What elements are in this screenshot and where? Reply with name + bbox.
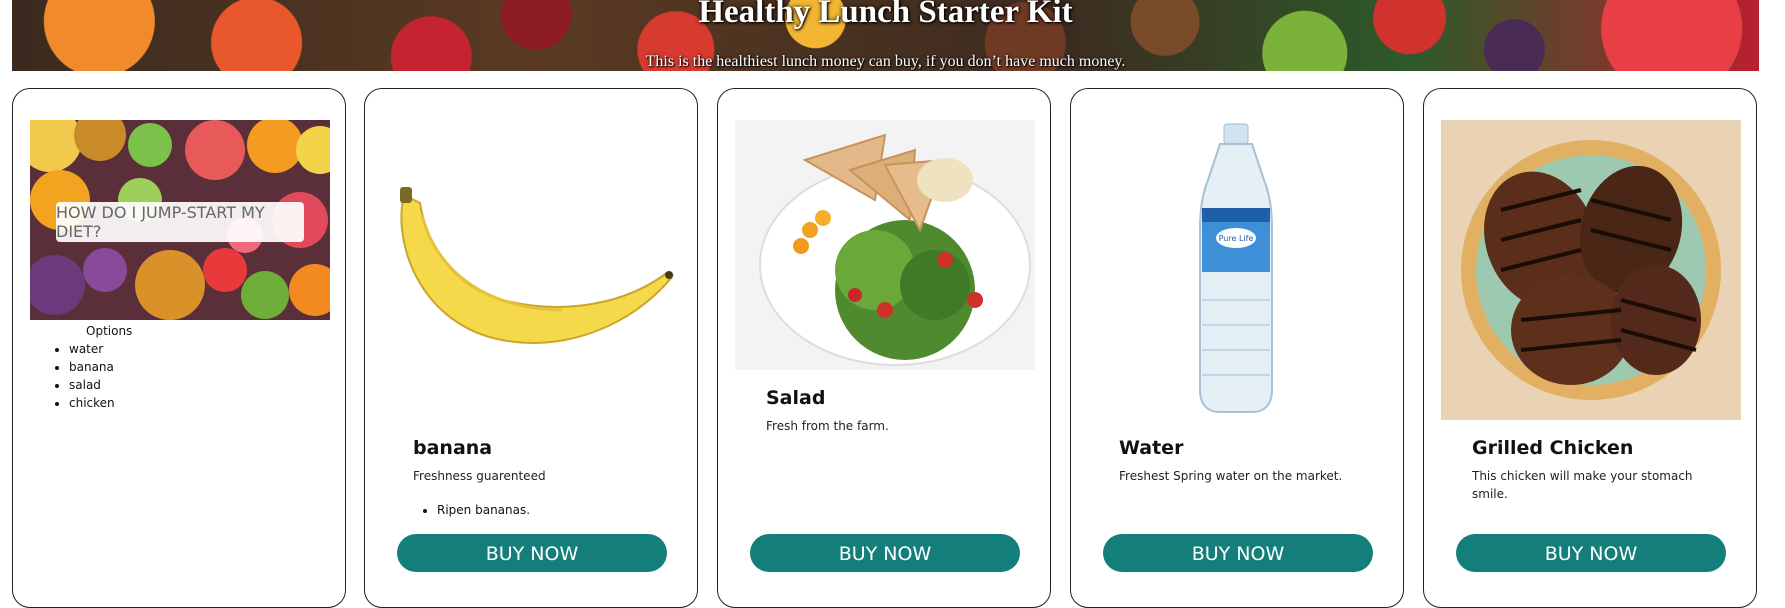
water-bottle-graphic: Pure Life (1199, 123, 1273, 413)
product-title: Salad (766, 387, 826, 409)
buy-now-button-salad[interactable]: BUY NOW (750, 534, 1020, 572)
intro-card: HOW DO I JUMP-START MY DIET? Options wat… (12, 88, 346, 608)
product-description: Freshness guarenteed (413, 469, 546, 483)
product-description: Fresh from the farm. (766, 419, 889, 433)
chicken-graphic (1441, 120, 1741, 420)
chicken-image (1441, 120, 1741, 420)
product-card-chicken: Grilled Chicken This chicken will make y… (1423, 88, 1757, 608)
buy-now-button-banana[interactable]: BUY NOW (397, 534, 667, 572)
buy-now-button-chicken[interactable]: BUY NOW (1456, 534, 1726, 572)
product-card-banana: banana Freshness guarenteed Ripen banana… (364, 88, 698, 608)
product-description: This chicken will make your stomach smil… (1472, 469, 1693, 501)
water-bottle-image: Pure Life (1088, 120, 1388, 420)
product-bullets: Ripen bananas. (381, 501, 530, 519)
buy-now-button-water[interactable]: BUY NOW (1103, 534, 1373, 572)
product-description: Freshest Spring water on the market. (1119, 469, 1343, 483)
salad-graphic (735, 120, 1035, 370)
hero-banner: Healthy Lunch Starter Kit This is the he… (12, 0, 1759, 71)
page-title: Healthy Lunch Starter Kit (698, 0, 1073, 30)
options-list: Options water banana salad chicken (13, 322, 343, 412)
list-item: banana (69, 358, 343, 376)
options-items: water banana salad chicken (13, 340, 343, 412)
list-item: Ripen bananas. (437, 501, 530, 519)
banana-image (382, 185, 682, 355)
product-title: banana (413, 437, 493, 459)
diet-caption-box: HOW DO I JUMP-START MY DIET? (56, 202, 304, 242)
diet-fruit-image: HOW DO I JUMP-START MY DIET? (30, 120, 330, 320)
page-subtitle: This is the healthiest lunch money can b… (645, 53, 1126, 70)
options-heading: Options (86, 324, 133, 338)
product-title: Grilled Chicken (1472, 437, 1634, 459)
salad-image (735, 120, 1035, 370)
banana-graphic (400, 187, 674, 344)
diet-caption: HOW DO I JUMP-START MY DIET? (56, 203, 265, 241)
product-card-water: Pure Life Water Freshest Spring water on… (1070, 88, 1404, 608)
list-item: chicken (69, 394, 343, 412)
list-item: salad (69, 376, 343, 394)
product-title: Water (1119, 437, 1184, 459)
bottle-label: Pure Life (1219, 234, 1254, 243)
product-card-salad: Salad Fresh from the farm. BUY NOW (717, 88, 1051, 608)
list-item: water (69, 340, 343, 358)
